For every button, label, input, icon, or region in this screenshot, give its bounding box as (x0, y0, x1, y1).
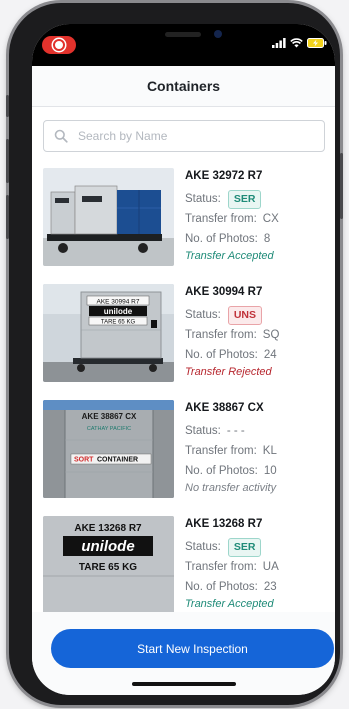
photo-sign-black-text: CONTAINER (97, 457, 138, 464)
photo-count-value: 10 (263, 465, 277, 477)
transfer-status: Transfer Accepted (185, 250, 274, 262)
search-icon (54, 129, 68, 143)
photo-count-value: 24 (263, 349, 277, 361)
status-badge: SER (227, 189, 262, 209)
photo-airline-text: CATHAY PACIFIC (87, 426, 131, 432)
photo-code-text: AKE 38867 CX (82, 412, 137, 421)
home-indicator (132, 682, 236, 686)
transfer-status: Transfer Rejected (185, 366, 272, 378)
photo-tare-text: TARE 65 KG (79, 562, 137, 573)
start-new-inspection-button[interactable]: Start New Inspection (51, 629, 334, 668)
photo-count-value: 23 (263, 581, 277, 593)
signal-icon (272, 38, 286, 48)
photo-count-label: No. of Photos: (185, 465, 258, 477)
container-name: AKE 32972 R7 (185, 170, 263, 182)
photo-count-label: No. of Photos: (185, 349, 258, 361)
container-photo: AKE 13268 R7 unilode TARE 65 KG (43, 516, 174, 614)
top-app-bar: Containers (32, 66, 335, 107)
photo-code-text: AKE 13268 R7 (74, 523, 142, 534)
speaker-grille (165, 32, 201, 37)
mute-switch (6, 95, 9, 117)
search-box[interactable] (43, 120, 325, 152)
container-photo (43, 168, 174, 266)
transfer-status: No transfer activity (185, 482, 277, 494)
container-list-item[interactable]: AKE 30994 R7 unilode TARE 65 KG AKE 3099… (43, 282, 328, 384)
status-label: Status: (185, 309, 221, 321)
front-camera (214, 30, 222, 38)
container-name: AKE 30994 R7 (185, 286, 263, 298)
wifi-icon (290, 38, 303, 48)
transfer-from-label: Transfer from: (185, 213, 257, 225)
notch (118, 24, 248, 52)
battery-charging-icon (307, 38, 327, 48)
status-bar (32, 24, 335, 66)
screen-recording-indicator (42, 36, 76, 54)
transfer-from-value: UA (262, 561, 279, 573)
container-photo: AKE 38867 CX CATHAY PACIFIC SORT CONTAIN… (43, 400, 174, 498)
status-label: Status: (185, 193, 221, 205)
page-title: Containers (146, 78, 221, 94)
transfer-from-value: KL (262, 445, 277, 457)
volume-up-button (6, 139, 9, 183)
photo-code-text: AKE 30994 R7 (96, 299, 139, 306)
record-dot-icon (53, 39, 65, 51)
system-icons (272, 38, 327, 48)
phone-frame: Containers Search by Name AKE 32972 R7 S… (6, 3, 343, 705)
container-name: AKE 38867 CX (185, 402, 264, 414)
status-label: Status: (185, 541, 221, 553)
photo-count-label: No. of Photos: (185, 233, 258, 245)
status-value: - - - (226, 425, 245, 437)
container-name: AKE 13268 R7 (185, 518, 263, 530)
container-list-item[interactable]: AKE 32972 R7 Status: SER Transfer from: … (43, 166, 328, 268)
transfer-from-value: CX (262, 213, 279, 225)
status-badge: SER (227, 537, 262, 557)
status-label: Status: (185, 425, 221, 437)
photo-count-label: No. of Photos: (185, 581, 258, 593)
photo-brand-text: unilode (81, 538, 134, 555)
container-photo: AKE 30994 R7 unilode TARE 65 KG (43, 284, 174, 382)
app-screen: Containers Search by Name AKE 32972 R7 S… (32, 24, 335, 695)
container-list-item[interactable]: AKE 13268 R7 unilode TARE 65 KG AKE 1326… (43, 514, 328, 616)
transfer-from-label: Transfer from: (185, 445, 257, 457)
photo-brand-text: unilode (104, 307, 133, 316)
transfer-from-value: SQ (262, 329, 280, 341)
transfer-status: Transfer Accepted (185, 598, 274, 610)
power-button (340, 153, 343, 219)
status-badge: UNS (227, 305, 262, 325)
transfer-from-label: Transfer from: (185, 561, 257, 573)
photo-sign-red-text: SORT (74, 457, 94, 464)
search-input[interactable] (76, 128, 320, 144)
volume-down-button (6, 195, 9, 239)
photo-tare-text: TARE 65 KG (101, 320, 136, 326)
container-list-item[interactable]: AKE 38867 CX CATHAY PACIFIC SORT CONTAIN… (43, 398, 328, 500)
transfer-from-label: Transfer from: (185, 329, 257, 341)
photo-count-value: 8 (263, 233, 271, 245)
